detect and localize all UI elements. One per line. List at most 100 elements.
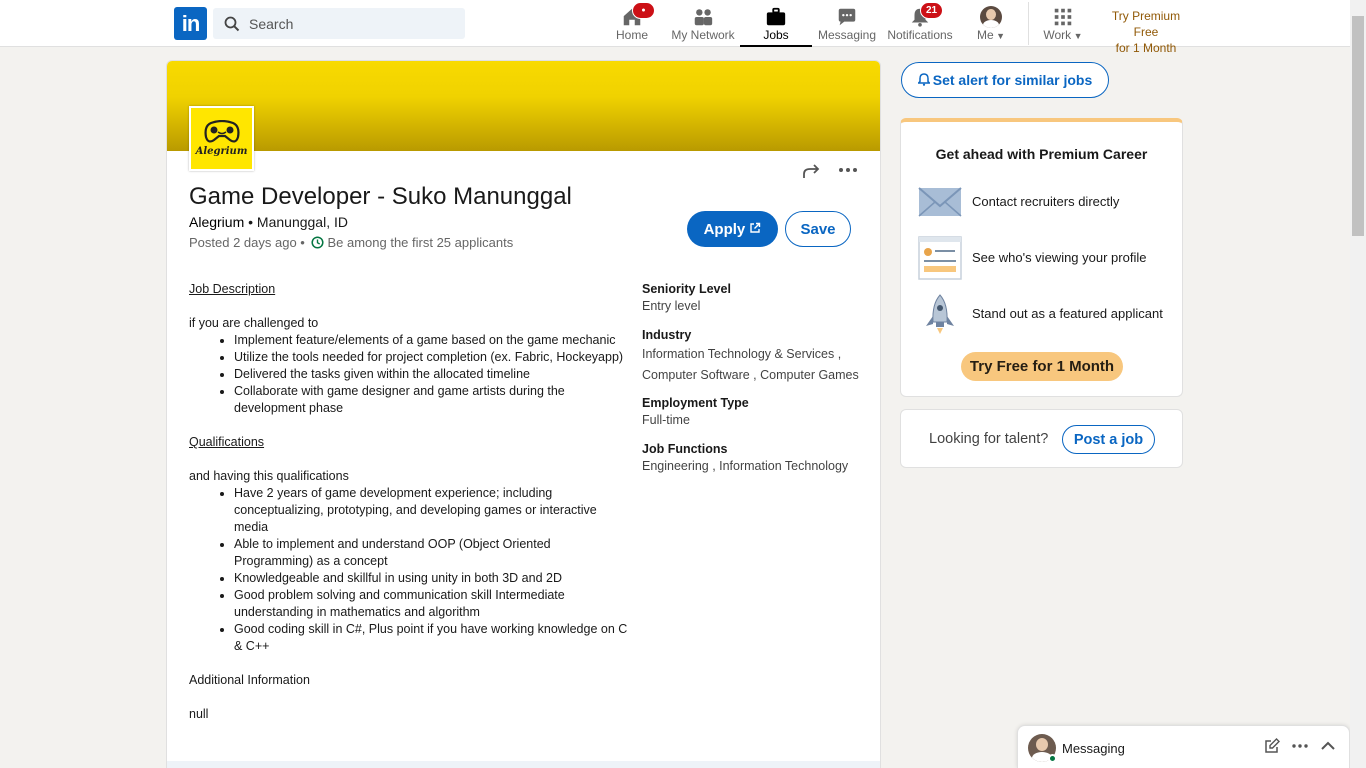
premium-card-title: Get ahead with Premium Career <box>935 146 1148 162</box>
company-location-line: Alegrium • Manunggal, ID <box>189 214 348 230</box>
nav-my-network-label: My Network <box>671 28 735 42</box>
page-scrollbar[interactable] <box>1350 0 1366 768</box>
talent-prompt: Looking for talent? <box>929 431 1049 447</box>
nav-notifications[interactable]: 21 Notifications <box>886 0 954 47</box>
linkedin-logo-icon[interactable]: in <box>174 7 207 40</box>
company-logo[interactable]: Alegrium <box>189 106 254 171</box>
nav-home[interactable]: ● Home <box>612 0 655 47</box>
nav-my-network[interactable]: My Network <box>668 0 738 47</box>
employment-type-label: Employment Type <box>642 396 749 410</box>
additional-info-value: null <box>189 707 209 721</box>
external-link-icon <box>750 222 761 233</box>
industry-label: Industry <box>642 328 692 342</box>
list-item: Delivered the tasks given within the all… <box>234 366 629 383</box>
online-status-indicator <box>1048 754 1057 763</box>
premium-perk: Contact recruiters directly <box>918 180 1178 224</box>
nav-me-label: Me <box>976 28 994 42</box>
premium-upsell-card: Get ahead with Premium Career Contact re… <box>900 118 1183 397</box>
nav-messaging-label: Messaging <box>817 28 877 42</box>
messaging-dock-label: Messaging <box>1062 741 1125 756</box>
list-item: Collaborate with game designer and game … <box>234 383 629 417</box>
post-job-button[interactable]: Post a job <box>1062 425 1155 454</box>
try-premium-line2: for 1 Month <box>1115 41 1177 55</box>
profile-viewers-icon <box>918 236 962 280</box>
nav-notifications-label: Notifications <box>887 28 953 42</box>
premium-perk-text: Contact recruiters directly <box>972 194 1120 209</box>
nav-divider <box>1028 2 1029 45</box>
list-item: Implement feature/elements of a game bas… <box>234 332 629 349</box>
notifications-badge: 21 <box>920 2 943 19</box>
nav-jobs-label: Jobs <box>763 28 789 42</box>
clock-icon <box>311 236 325 249</box>
list-item: Utilize the tools needed for project com… <box>234 349 629 366</box>
additional-info-heading: Additional Information <box>189 673 310 687</box>
search-icon <box>224 16 240 32</box>
chevron-down-icon: ▼ <box>1071 31 1083 41</box>
search-box[interactable] <box>213 8 465 39</box>
set-job-alert-button[interactable]: Set alert for similar jobs <box>901 62 1109 98</box>
rocket-icon <box>926 294 954 334</box>
job-functions-label: Job Functions <box>642 442 728 456</box>
premium-perk-text: Stand out as a featured applicant <box>972 306 1163 321</box>
more-options-icon[interactable] <box>837 161 859 181</box>
try-free-button[interactable]: Try Free for 1 Month <box>961 352 1123 381</box>
company-name-link[interactable]: Alegrium <box>189 214 244 230</box>
try-premium-link[interactable]: Try Premium Free for 1 Month <box>1098 8 1194 56</box>
company-logo-text: Alegrium <box>195 146 248 157</box>
network-icon <box>694 9 713 26</box>
nav-me[interactable]: Me ▼ <box>970 0 1012 47</box>
premium-perk-text: See who's viewing your profile <box>972 250 1147 265</box>
avatar <box>980 6 1002 28</box>
briefcase-icon <box>766 7 786 26</box>
posted-line: Posted 2 days ago • Be among the first 2… <box>189 235 513 250</box>
save-button[interactable]: Save <box>785 211 851 247</box>
list-item: Have 2 years of game development experie… <box>234 485 629 536</box>
chevron-down-icon: ▼ <box>993 31 1006 41</box>
seniority-value: Entry level <box>642 299 701 313</box>
qualifications-heading: Qualifications <box>189 435 265 449</box>
employment-type-value: Full-time <box>642 413 690 427</box>
description-intro: if you are challenged to <box>189 316 319 330</box>
posted-date: Posted 2 days ago • <box>189 235 309 250</box>
nav-jobs[interactable]: Jobs <box>740 0 812 47</box>
search-input[interactable] <box>249 8 459 39</box>
job-criteria: Seniority Level Entry level Industry Inf… <box>642 281 872 487</box>
company-banner <box>167 61 880 151</box>
nav-messaging[interactable]: Messaging <box>816 0 878 47</box>
job-description: Job Description if you are challenged to… <box>189 281 629 723</box>
more-options-icon[interactable] <box>1291 738 1309 754</box>
qualifications-list: Have 2 years of game development experie… <box>234 485 629 655</box>
list-item: Able to implement and understand OOP (Ob… <box>234 536 629 570</box>
gamepad-icon <box>204 120 240 143</box>
responsibilities-list: Implement feature/elements of a game bas… <box>234 332 629 417</box>
nav-work[interactable]: Work ▼ <box>1040 0 1086 47</box>
compose-icon[interactable] <box>1264 738 1280 754</box>
nav-home-label: Home <box>615 28 648 42</box>
job-card: Alegrium Game Developer - Suko Manunggal… <box>166 60 881 768</box>
seniority-label: Seniority Level <box>642 282 731 296</box>
set-job-alert-label: Set alert for similar jobs <box>932 72 1093 88</box>
share-icon[interactable] <box>802 161 822 181</box>
job-functions-value: Engineering , Information Technology <box>642 459 849 473</box>
talent-card: Looking for talent? Post a job <box>900 409 1183 468</box>
card-footer-strip <box>167 761 880 768</box>
chevron-up-icon[interactable] <box>1320 738 1336 754</box>
description-heading: Job Description <box>189 282 276 296</box>
home-badge: ● <box>632 2 655 19</box>
list-item: Good problem solving and communication s… <box>234 587 629 621</box>
scrollbar-thumb[interactable] <box>1352 16 1364 236</box>
job-location: • Manunggal, ID <box>244 214 348 230</box>
messaging-dock[interactable]: Messaging <box>1017 725 1350 768</box>
apply-label: Apply <box>703 220 746 238</box>
bell-icon <box>916 73 932 86</box>
job-title: Game Developer - Suko Manunggal <box>189 183 572 210</box>
envelope-icon <box>918 187 962 217</box>
apply-button[interactable]: Apply <box>687 211 778 247</box>
messaging-icon <box>838 8 856 26</box>
list-item: Knowledgeable and skillful in using unit… <box>234 570 629 587</box>
list-item: Good coding skill in C#, Plus point if y… <box>234 621 629 655</box>
global-nav: in ● Home My Network Jobs Messaging 21 N… <box>0 0 1350 55</box>
nav-work-label: Work <box>1043 28 1072 42</box>
industry-value: Information Technology & Services , Comp… <box>642 347 859 382</box>
applicant-count: Be among the first 25 applicants <box>327 235 514 250</box>
